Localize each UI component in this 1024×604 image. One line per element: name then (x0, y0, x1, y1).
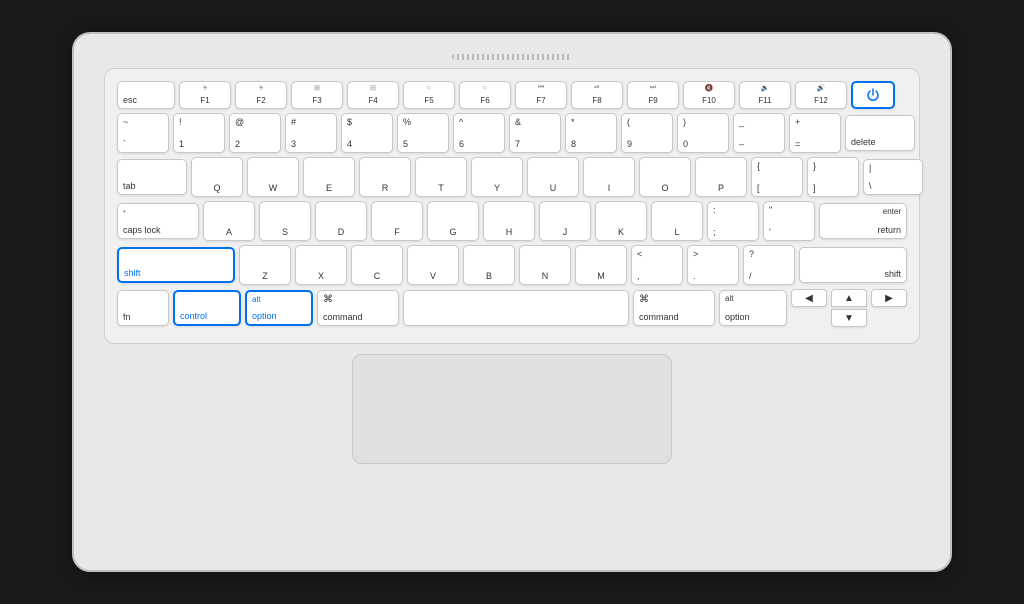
key-5[interactable]: % 5 (397, 113, 449, 153)
qwerty-row: tab Q W E R T Y U I O P { [ } ] | \ (117, 157, 907, 197)
key-f4[interactable]: ⊟ F4 (347, 81, 399, 109)
key-f1[interactable]: ☀ F1 (179, 81, 231, 109)
key-shift-right[interactable]: shift (799, 247, 907, 283)
key-s[interactable]: S (259, 201, 311, 241)
key-t[interactable]: T (415, 157, 467, 197)
key-e[interactable]: E (303, 157, 355, 197)
num-row: ~ ` ! 1 @ 2 # 3 $ 4 % 5 (117, 113, 907, 153)
key-f12[interactable]: 🔊 F12 (795, 81, 847, 109)
trackpad-area (104, 354, 920, 464)
key-slash[interactable]: ? / (743, 245, 795, 285)
key-a[interactable]: A (203, 201, 255, 241)
key-k[interactable]: K (595, 201, 647, 241)
key-8[interactable]: * 8 (565, 113, 617, 153)
key-shift-left[interactable]: shift (117, 247, 235, 283)
key-c[interactable]: C (351, 245, 403, 285)
key-comma[interactable]: < , (631, 245, 683, 285)
key-w[interactable]: W (247, 157, 299, 197)
key-1[interactable]: ! 1 (173, 113, 225, 153)
key-power[interactable] (851, 81, 895, 109)
key-v[interactable]: V (407, 245, 459, 285)
key-4[interactable]: $ 4 (341, 113, 393, 153)
key-quote[interactable]: " ' (763, 201, 815, 241)
key-9[interactable]: ( 9 (621, 113, 673, 153)
key-esc[interactable]: esc (117, 81, 175, 109)
key-f7[interactable]: ⏮ F7 (515, 81, 567, 109)
key-f8[interactable]: ⏯ F8 (571, 81, 623, 109)
key-semicolon[interactable]: : ; (707, 201, 759, 241)
key-option-left[interactable]: alt option (245, 290, 313, 326)
key-f10[interactable]: 🔇 F10 (683, 81, 735, 109)
key-f3[interactable]: ⊞ F3 (291, 81, 343, 109)
key-command-left[interactable]: ⌘ command (317, 290, 399, 326)
key-f5[interactable]: ☼ F5 (403, 81, 455, 109)
asdf-row: • caps lock A S D F G H J K L : ; " ' en… (117, 201, 907, 241)
key-2[interactable]: @ 2 (229, 113, 281, 153)
bottom-row: fn control alt option ⌘ command ⌘ comman… (117, 289, 907, 327)
key-fn[interactable]: fn (117, 290, 169, 326)
key-left-bracket[interactable]: { [ (751, 157, 803, 197)
key-q[interactable]: Q (191, 157, 243, 197)
key-right-bracket[interactable]: } ] (807, 157, 859, 197)
key-7[interactable]: & 7 (509, 113, 561, 153)
key-backtick[interactable]: ~ ` (117, 113, 169, 153)
key-3[interactable]: # 3 (285, 113, 337, 153)
key-f2[interactable]: ☀ F2 (235, 81, 287, 109)
key-f11[interactable]: 🔉 F11 (739, 81, 791, 109)
key-delete[interactable]: delete (845, 115, 915, 151)
speaker-grille (452, 54, 572, 60)
key-z[interactable]: Z (239, 245, 291, 285)
key-i[interactable]: I (583, 157, 635, 197)
key-f9[interactable]: ⏭ F9 (627, 81, 679, 109)
key-arrow-right[interactable]: ▶ (871, 289, 907, 307)
key-minus[interactable]: _ – (733, 113, 785, 153)
key-option-right[interactable]: alt option (719, 290, 787, 326)
key-arrow-left[interactable]: ◀ (791, 289, 827, 307)
key-f[interactable]: F (371, 201, 423, 241)
key-j[interactable]: J (539, 201, 591, 241)
key-command-right[interactable]: ⌘ command (633, 290, 715, 326)
key-d[interactable]: D (315, 201, 367, 241)
key-tab[interactable]: tab (117, 159, 187, 195)
key-x[interactable]: X (295, 245, 347, 285)
key-u[interactable]: U (527, 157, 579, 197)
key-equals[interactable]: + = (789, 113, 841, 153)
key-n[interactable]: N (519, 245, 571, 285)
key-period[interactable]: > . (687, 245, 739, 285)
fn-row: esc ☀ F1 ☀ F2 ⊞ F3 ⊟ F4 ☼ F5 (117, 81, 907, 109)
key-y[interactable]: Y (471, 157, 523, 197)
key-g[interactable]: G (427, 201, 479, 241)
key-arrow-up[interactable]: ▲ (831, 289, 867, 307)
key-6[interactable]: ^ 6 (453, 113, 505, 153)
trackpad[interactable] (352, 354, 672, 464)
key-backslash[interactable]: | \ (863, 159, 923, 195)
key-r[interactable]: R (359, 157, 411, 197)
key-b[interactable]: B (463, 245, 515, 285)
laptop-body: esc ☀ F1 ☀ F2 ⊞ F3 ⊟ F4 ☼ F5 (72, 32, 952, 572)
key-m[interactable]: M (575, 245, 627, 285)
arrow-cluster: ◀ ▲ ▼ ▶ (791, 289, 907, 327)
keyboard: esc ☀ F1 ☀ F2 ⊞ F3 ⊟ F4 ☼ F5 (104, 68, 920, 344)
zxcv-row: shift Z X C V B N M < , > . ? / shift (117, 245, 907, 285)
key-arrow-down[interactable]: ▼ (831, 309, 867, 327)
key-p[interactable]: P (695, 157, 747, 197)
key-f6[interactable]: ☼ F6 (459, 81, 511, 109)
key-caps-lock[interactable]: • caps lock (117, 203, 199, 239)
key-control[interactable]: control (173, 290, 241, 326)
key-l[interactable]: L (651, 201, 703, 241)
key-h[interactable]: H (483, 201, 535, 241)
key-enter[interactable]: enter return (819, 203, 907, 239)
key-0[interactable]: ) 0 (677, 113, 729, 153)
key-o[interactable]: O (639, 157, 691, 197)
key-space[interactable] (403, 290, 629, 326)
